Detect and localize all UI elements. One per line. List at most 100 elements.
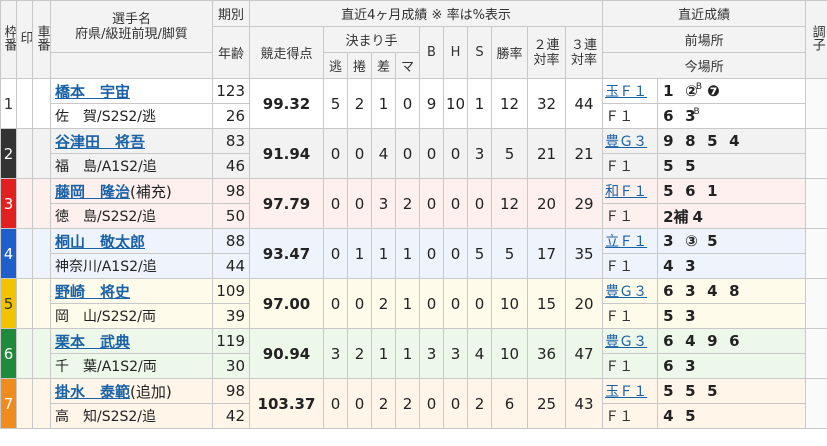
prev-place-link[interactable]: 豊Ｇ３ bbox=[605, 134, 647, 150]
prev-place: 豊Ｇ３ bbox=[602, 128, 659, 154]
cur-results: 45 bbox=[657, 403, 807, 429]
stat-mark: 1 bbox=[395, 228, 420, 279]
stat-nige: 0 bbox=[323, 178, 348, 229]
result-mark: 4 bbox=[685, 332, 696, 350]
rider-name-cell: 橋本 宇宙 bbox=[50, 78, 213, 104]
rider-name-link[interactable]: 桐山 敬太郎 bbox=[55, 233, 145, 251]
cur-results: 43 bbox=[657, 253, 807, 279]
prev-place-link[interactable]: 玉Ｆ１ bbox=[605, 84, 647, 100]
stat-ren2: 20 bbox=[527, 178, 566, 229]
prev-results: 555 bbox=[657, 378, 807, 404]
rider-name-link[interactable]: 栗本 武典 bbox=[55, 333, 130, 351]
stat-ren2: 36 bbox=[527, 328, 566, 379]
stat-nige: 0 bbox=[323, 378, 348, 429]
stat-b: 0 bbox=[419, 228, 444, 279]
result-mark: 2補 bbox=[663, 207, 689, 226]
prev-place: 豊Ｇ３ bbox=[602, 278, 659, 304]
result-sup: B bbox=[695, 82, 702, 92]
waku-cell: 3 bbox=[0, 178, 17, 229]
mark-cell[interactable] bbox=[16, 128, 33, 179]
rider-name-link[interactable]: 野崎 将史 bbox=[55, 283, 130, 301]
stat-nige: 5 bbox=[323, 78, 348, 129]
cur-place-label: Ｆ１ bbox=[605, 409, 634, 425]
header-nenrei: 年齢 bbox=[212, 26, 250, 79]
waku-cell: 4 bbox=[0, 228, 17, 279]
stat-s: 3 bbox=[467, 128, 492, 179]
result-sup: B bbox=[693, 107, 700, 117]
condition-cell bbox=[805, 78, 827, 129]
mark-cell[interactable] bbox=[16, 228, 33, 279]
stat-sashi: 1 bbox=[371, 78, 396, 129]
prev-results: 3③5 bbox=[657, 228, 807, 254]
cur-place: Ｆ１ bbox=[602, 353, 659, 379]
prev-place-link[interactable]: 豊Ｇ３ bbox=[605, 284, 647, 300]
kibetsu-cell: 109 bbox=[212, 278, 250, 304]
score-cell: 91.94 bbox=[249, 128, 324, 179]
result-mark: 3 bbox=[685, 357, 696, 375]
header-b: B bbox=[419, 26, 444, 79]
result-mark: 8 bbox=[685, 132, 696, 150]
stat-nige: 3 bbox=[323, 328, 348, 379]
mark-cell[interactable] bbox=[16, 278, 33, 329]
sha-cell bbox=[32, 228, 51, 279]
score-cell: 103.37 bbox=[249, 378, 324, 429]
sha-cell bbox=[32, 128, 51, 179]
waku-cell: 5 bbox=[0, 278, 17, 329]
waku-cell: 2 bbox=[0, 128, 17, 179]
prev-place: 玉Ｆ１ bbox=[602, 78, 659, 104]
stat-win: 12 bbox=[491, 178, 528, 229]
result-mark: 5 bbox=[663, 182, 674, 200]
stat-nige: 0 bbox=[323, 228, 348, 279]
stat-sashi: 2 bbox=[371, 378, 396, 429]
prev-results: 6496 bbox=[657, 328, 807, 354]
header-shirushi: 印 bbox=[16, 0, 33, 79]
condition-cell bbox=[805, 228, 827, 279]
rider-pref: 佐 賀/S2S2/逃 bbox=[50, 103, 213, 129]
rider-name-cell: 栗本 武典 bbox=[50, 328, 213, 354]
stat-b: 0 bbox=[419, 378, 444, 429]
prev-results: 561 bbox=[657, 178, 807, 204]
prev-place-link[interactable]: 豊Ｇ３ bbox=[605, 334, 647, 350]
result-mark: 4 bbox=[663, 257, 674, 275]
stat-ren2: 17 bbox=[527, 228, 566, 279]
cur-place-label: Ｆ１ bbox=[605, 359, 634, 375]
prev-place-link[interactable]: 和Ｆ１ bbox=[605, 184, 647, 200]
score-cell: 97.79 bbox=[249, 178, 324, 229]
stat-ren3: 35 bbox=[564, 228, 604, 279]
mark-cell[interactable] bbox=[16, 378, 33, 429]
mark-cell[interactable] bbox=[16, 178, 33, 229]
mark-cell[interactable] bbox=[16, 328, 33, 379]
rider-name-link[interactable]: 掛水 泰範 bbox=[55, 383, 130, 401]
cur-place-label: Ｆ１ bbox=[605, 109, 634, 125]
cur-place: Ｆ１ bbox=[602, 253, 659, 279]
cur-place-label: Ｆ１ bbox=[605, 209, 634, 225]
cur-place-label: Ｆ１ bbox=[605, 159, 634, 175]
header-kibetsu: 期別 bbox=[212, 0, 250, 27]
prev-place-link[interactable]: 立Ｆ１ bbox=[605, 234, 647, 250]
rider-name-link[interactable]: 橋本 宇宙 bbox=[55, 83, 130, 101]
rider-name-link[interactable]: 藤岡 隆治 bbox=[55, 183, 130, 201]
result-mark: 1 bbox=[707, 182, 718, 200]
rider-name-cell: 谷津田 将吾 bbox=[50, 128, 213, 154]
stat-s: 4 bbox=[467, 328, 492, 379]
result-mark: 5 bbox=[707, 132, 718, 150]
result-mark: 5 bbox=[707, 382, 718, 400]
stat-sashi: 4 bbox=[371, 128, 396, 179]
race-entry-table: 枠番 印 車番 選手名 府県/級班前現/脚質 期別 直近4ヶ月成績 ※ 率は%表示… bbox=[0, 0, 827, 429]
rider-pref: 高 知/S2S2/追 bbox=[50, 403, 213, 429]
prev-place-link[interactable]: 玉Ｆ１ bbox=[605, 384, 647, 400]
mark-cell[interactable] bbox=[16, 78, 33, 129]
stat-mark: 1 bbox=[395, 328, 420, 379]
header-zen: 前場所 bbox=[602, 26, 807, 53]
rider-name-link[interactable]: 谷津田 将吾 bbox=[55, 133, 145, 151]
age-cell: 42 bbox=[212, 403, 250, 429]
stat-sashi: 1 bbox=[371, 228, 396, 279]
kibetsu-cell: 119 bbox=[212, 328, 250, 354]
header-mark: マ bbox=[395, 52, 420, 79]
stat-makuri: 2 bbox=[347, 78, 372, 129]
waku-cell: 6 bbox=[0, 328, 17, 379]
header-shoritsu: 勝率 bbox=[491, 26, 528, 79]
stat-h: 0 bbox=[443, 278, 468, 329]
stat-nige: 0 bbox=[323, 278, 348, 329]
rider-pref: 福 島/A1S2/追 bbox=[50, 153, 213, 179]
